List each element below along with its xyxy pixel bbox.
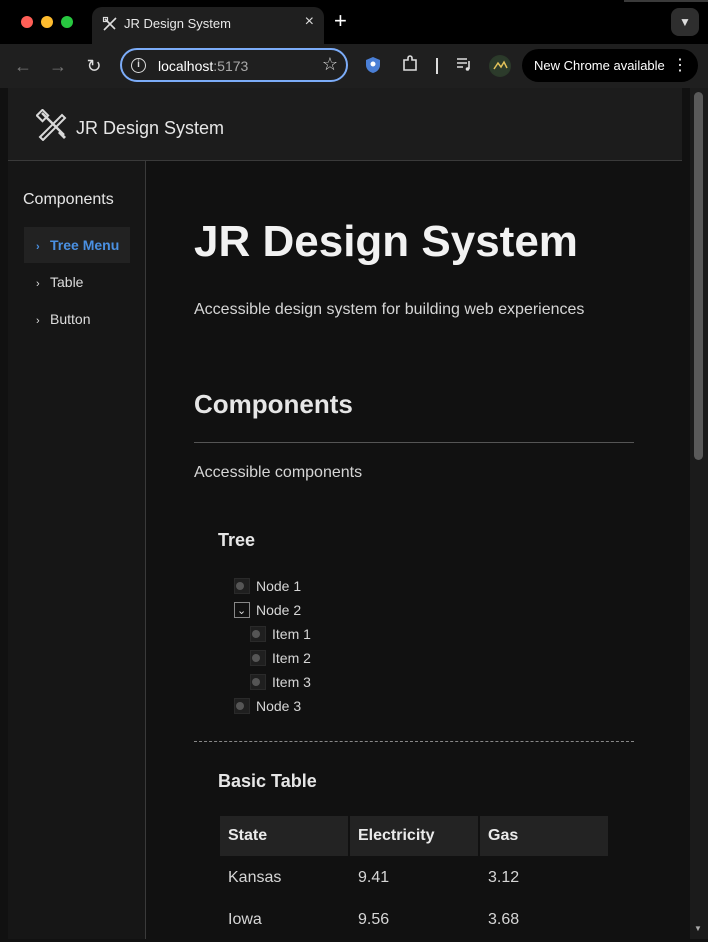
update-label: New Chrome available <box>534 58 665 73</box>
password-manager-icon[interactable] <box>362 55 384 77</box>
sidebar-item-button[interactable]: › Button <box>24 301 130 337</box>
forward-arrow-icon[interactable]: → <box>47 55 69 77</box>
new-tab-button[interactable]: + <box>334 8 347 34</box>
tree-toggle-icon[interactable] <box>234 578 250 594</box>
page-viewport: ▼ JR Design System Components › Tree Menu… <box>0 88 708 939</box>
tree-node-label: Node 1 <box>256 578 302 594</box>
table-row: Iowa 9.56 3.68 <box>220 900 608 940</box>
tree-toggle-icon[interactable] <box>250 674 266 690</box>
chevron-right-icon: › <box>36 315 40 327</box>
url-port: :5173 <box>213 58 249 74</box>
sidebar-item-tree-menu[interactable]: › Tree Menu <box>24 227 130 263</box>
chevron-down-icon[interactable]: ⌄ <box>234 602 250 618</box>
site-info-icon[interactable]: i <box>131 58 146 73</box>
page-title: JR Design System <box>194 217 578 266</box>
minimize-window-button[interactable] <box>41 16 53 28</box>
tree-child-item[interactable]: Item 3 <box>250 672 311 692</box>
browser-toolbar: ← → ↻ i localhost:5173 ☆ New Chrome avai… <box>0 44 708 88</box>
sidebar: Components › Tree Menu › Table › Button <box>8 161 146 939</box>
tree-toggle-icon[interactable] <box>250 650 266 666</box>
tab-close-icon[interactable]: × <box>305 13 314 31</box>
tree-toggle-icon[interactable] <box>234 698 250 714</box>
back-arrow-icon[interactable]: ← <box>12 55 34 77</box>
extensions-puzzle-icon[interactable] <box>399 55 421 77</box>
address-bar[interactable]: i localhost:5173 ☆ <box>120 48 348 82</box>
chrome-menu-icon[interactable]: ⋮ <box>672 49 688 82</box>
toolbar-divider <box>436 58 438 74</box>
table-row: Kansas 9.41 3.12 <box>220 858 608 898</box>
new-chrome-available-button[interactable]: New Chrome available ⋮ <box>522 49 698 82</box>
chevron-right-icon: › <box>36 278 40 290</box>
table-cell: 3.68 <box>488 911 520 928</box>
table-cell: 3.12 <box>488 869 520 886</box>
tab-title: JR Design System <box>124 16 231 31</box>
tree-child-item[interactable]: Item 2 <box>250 648 311 668</box>
browser-tab-bar: JR Design System × + ▼ <box>0 0 708 44</box>
table-cell: Kansas <box>228 869 282 886</box>
table-header-row: State Electricity Gas <box>220 816 608 856</box>
design-tools-icon <box>36 109 67 141</box>
chevron-right-icon: › <box>36 241 40 253</box>
tree-title: Tree <box>218 530 256 550</box>
bookmark-star-icon[interactable]: ☆ <box>322 54 338 75</box>
tree-node[interactable]: ⌄ Node 2 <box>234 600 301 620</box>
profile-avatar-icon[interactable] <box>489 55 511 77</box>
page-scrollbar[interactable]: ▼ <box>690 88 708 939</box>
url-host: localhost <box>158 58 214 74</box>
tree-node[interactable]: Node 3 <box>234 696 301 716</box>
tab-search-chevron-icon[interactable]: ▼ <box>671 8 699 36</box>
section-title: Components <box>194 389 353 419</box>
column-header: Electricity <box>350 816 478 856</box>
sidebar-heading: Components <box>23 191 114 208</box>
sidebar-item-label: Tree Menu <box>50 237 120 253</box>
sidebar-item-label: Button <box>50 311 91 327</box>
section-divider <box>194 442 634 443</box>
page-subtitle: Accessible design system for building we… <box>194 301 585 318</box>
maximize-window-button[interactable] <box>61 16 73 28</box>
tree-item-label: Item 1 <box>272 626 311 642</box>
design-tools-icon <box>102 16 117 31</box>
app-title[interactable]: JR Design System <box>76 118 224 139</box>
tree-toggle-icon[interactable] <box>250 626 266 642</box>
tree-item-label: Item 3 <box>272 674 311 690</box>
browser-tab[interactable]: JR Design System × <box>92 7 324 44</box>
basic-table: State Electricity Gas Kansas 9.41 3.12 I… <box>218 814 610 942</box>
tree-node-label: Node 2 <box>256 602 302 618</box>
table-cell: Iowa <box>228 911 262 928</box>
sidebar-item-label: Table <box>50 274 84 290</box>
reload-icon[interactable]: ↻ <box>83 55 105 77</box>
close-window-button[interactable] <box>21 16 33 28</box>
app-header: JR Design System <box>8 88 682 161</box>
tree-item-label: Item 2 <box>272 650 311 666</box>
scrollbar-thumb[interactable] <box>694 92 703 460</box>
section-divider-dashed <box>194 741 634 742</box>
media-queue-icon[interactable] <box>453 55 475 77</box>
tree-node-label: Node 3 <box>256 698 302 714</box>
column-header: Gas <box>480 816 608 856</box>
scroll-down-icon[interactable]: ▼ <box>694 924 702 933</box>
sidebar-item-table[interactable]: › Table <box>24 264 130 300</box>
url-text[interactable]: localhost:5173 <box>158 58 248 74</box>
column-header: State <box>220 816 348 856</box>
table-cell: 9.41 <box>358 869 390 886</box>
table-cell: 9.56 <box>358 911 390 928</box>
tree-child-item[interactable]: Item 1 <box>250 624 311 644</box>
tab-strip-edge <box>624 0 708 2</box>
section-description: Accessible components <box>194 464 363 481</box>
table-title: Basic Table <box>218 771 317 791</box>
tree-node[interactable]: Node 1 <box>234 576 301 596</box>
main-content: JR Design System Accessible design syste… <box>146 161 682 939</box>
